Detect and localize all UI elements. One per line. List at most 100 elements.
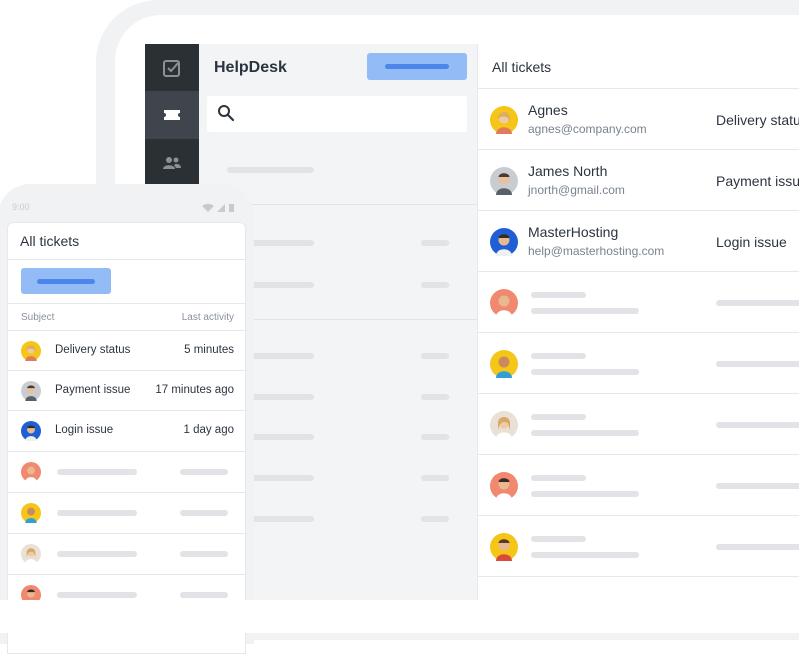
ticket-subject: Login issue	[716, 234, 787, 250]
ticket-row-placeholder	[8, 533, 245, 574]
last-activity: 1 day ago	[183, 424, 234, 436]
activity-placeholder	[180, 469, 228, 475]
ticket-row-placeholder	[478, 454, 799, 516]
avatar	[21, 462, 41, 482]
avatar	[490, 289, 518, 317]
ticket-subject: Payment issue	[716, 173, 799, 189]
ticket-subject: Payment issue	[55, 384, 131, 396]
count-placeholder	[421, 353, 449, 359]
nav-item-customers[interactable]	[145, 139, 199, 187]
avatar	[490, 533, 518, 561]
ticket-row[interactable]: James North jnorth@gmail.com Payment iss…	[478, 149, 799, 211]
last-activity: 17 minutes ago	[155, 384, 234, 396]
phone-frame: 9:00 All tickets Subject Last activity D…	[0, 184, 254, 654]
subject-placeholder	[57, 469, 137, 475]
ticket-row-placeholder	[478, 393, 799, 455]
email-placeholder	[531, 552, 639, 558]
email-placeholder	[531, 369, 639, 375]
filter-placeholder	[249, 240, 314, 246]
avatar	[490, 411, 518, 439]
ticket-subject: Login issue	[55, 424, 114, 436]
count-placeholder	[421, 434, 449, 440]
filter-placeholder	[249, 394, 314, 400]
ticket-row-placeholder	[478, 515, 799, 577]
avatar	[490, 228, 518, 256]
subject-placeholder	[57, 592, 137, 598]
new-ticket-button[interactable]	[367, 53, 467, 80]
customer-name: James North	[528, 163, 608, 179]
avatar	[490, 350, 518, 378]
activity-placeholder	[180, 510, 228, 516]
status-icons	[202, 203, 234, 212]
subject-placeholder	[57, 510, 137, 516]
checkbox-icon	[163, 60, 180, 77]
users-icon	[163, 157, 181, 169]
nav-item-tasks[interactable]	[145, 44, 199, 92]
customer-email: agnes@company.com	[528, 122, 647, 136]
name-placeholder	[531, 536, 586, 542]
activity-placeholder	[180, 551, 228, 557]
subject-placeholder	[57, 551, 137, 557]
filter-placeholder	[249, 282, 314, 288]
customer-email: help@masterhosting.com	[528, 244, 665, 258]
activity-placeholder	[180, 592, 228, 598]
ticket-row-placeholder	[8, 451, 245, 492]
phone-screen: All tickets Subject Last activity Delive…	[7, 222, 246, 654]
avatar	[490, 472, 518, 500]
divider	[8, 303, 245, 304]
page-title: All tickets	[20, 233, 80, 249]
avatar	[21, 421, 41, 441]
name-placeholder	[531, 353, 586, 359]
avatar	[21, 503, 41, 523]
subject-placeholder	[716, 544, 799, 550]
subject-placeholder	[716, 361, 799, 367]
count-placeholder	[421, 516, 449, 522]
count-placeholder	[421, 282, 449, 288]
email-placeholder	[531, 430, 639, 436]
avatar	[490, 167, 518, 195]
ticket-row[interactable]: Agnes agnes@company.com Delivery status	[478, 88, 799, 150]
app-brand: HelpDesk	[214, 59, 287, 76]
ticket-row[interactable]: Delivery status 5 minutes	[8, 330, 245, 371]
search-icon	[218, 105, 235, 122]
filter-placeholder	[249, 434, 314, 440]
name-placeholder	[531, 475, 586, 481]
count-placeholder	[421, 394, 449, 400]
count-placeholder	[421, 240, 449, 246]
panel-title: All tickets	[492, 59, 552, 75]
name-placeholder	[531, 292, 586, 298]
status-time: 9:00	[12, 202, 30, 212]
avatar	[490, 106, 518, 134]
all-tickets-panel: All tickets Agnes agnes@company.com Deli…	[477, 44, 799, 604]
divider	[8, 259, 245, 260]
ticket-subject: Delivery status	[716, 112, 799, 128]
ticket-icon	[164, 110, 180, 120]
bottom-edge	[0, 600, 799, 633]
customer-name: MasterHosting	[528, 224, 619, 240]
email-placeholder	[531, 491, 639, 497]
ticket-row-placeholder	[478, 271, 799, 333]
filter-placeholder	[227, 167, 314, 173]
subject-placeholder	[716, 300, 799, 306]
column-header-last-activity: Last activity	[181, 312, 234, 323]
avatar	[21, 341, 41, 361]
column-header-subject: Subject	[21, 312, 55, 323]
ticket-row[interactable]: Login issue 1 day ago	[8, 410, 245, 451]
email-placeholder	[531, 308, 639, 314]
ticket-row[interactable]: Payment issue 17 minutes ago	[8, 370, 245, 411]
search-input[interactable]	[207, 96, 467, 132]
ticket-row-placeholder	[478, 332, 799, 394]
last-activity: 5 minutes	[184, 344, 234, 356]
ticket-row[interactable]: MasterHosting help@masterhosting.com Log…	[478, 210, 799, 272]
avatar	[21, 544, 41, 564]
customer-name: Agnes	[528, 102, 568, 118]
ticket-subject: Delivery status	[55, 344, 131, 356]
new-ticket-button[interactable]	[21, 268, 111, 294]
subject-placeholder	[716, 483, 799, 489]
customer-email: jnorth@gmail.com	[528, 183, 625, 197]
subject-placeholder	[716, 422, 799, 428]
count-placeholder	[421, 475, 449, 481]
filter-placeholder	[249, 475, 314, 481]
nav-item-tickets[interactable]	[145, 91, 199, 139]
filter-placeholder	[249, 353, 314, 359]
